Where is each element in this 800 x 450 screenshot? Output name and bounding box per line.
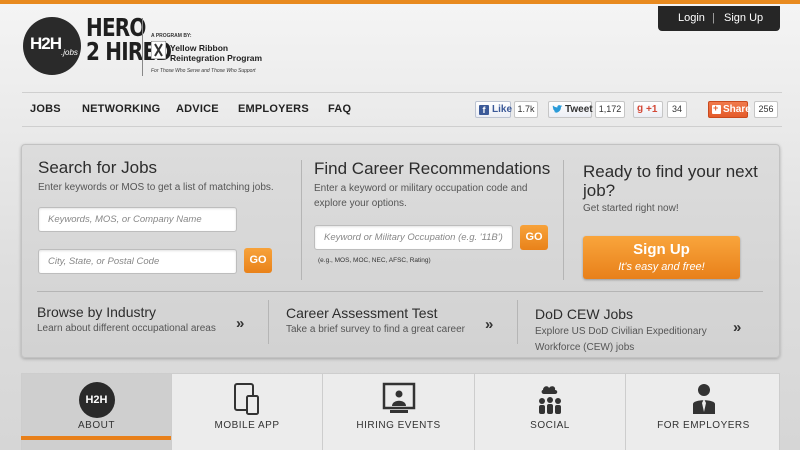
- search-go-button[interactable]: GO: [244, 248, 272, 273]
- logo-h2h-text: H2H: [30, 34, 62, 53]
- dod-cew-desc-line1: Explore US DoD Civilian Expeditionary: [535, 326, 707, 337]
- signup-link[interactable]: Sign Up: [724, 12, 763, 24]
- nav-employers[interactable]: EMPLOYERS: [238, 103, 309, 115]
- nav-top-divider: [22, 92, 782, 93]
- tab-hiring-events[interactable]: HIRING EVENTS: [323, 374, 475, 450]
- browse-industry-desc: Learn about different occupational areas: [37, 323, 216, 334]
- dod-cew-desc-line2: Workforce (CEW) jobs: [535, 342, 635, 353]
- ready-title-line1: Ready to find your next: [583, 162, 758, 181]
- share-label: Share: [723, 104, 751, 115]
- career-recommendations-title: Find Career Recommendations: [314, 159, 551, 178]
- column-divider: [563, 160, 564, 280]
- tweet-label: Tweet: [565, 104, 593, 115]
- account-bar: Login | Sign Up: [658, 6, 780, 31]
- keywords-input[interactable]: Keywords, MOS, or Company Name: [38, 207, 237, 232]
- tab-social[interactable]: SOCIAL: [475, 374, 626, 450]
- presentation-screen-icon: [382, 382, 415, 413]
- yrrp-title: Yellow Ribbon Reintegration Program: [170, 43, 262, 63]
- tab-for-employers[interactable]: FOR EMPLOYERS: [626, 374, 781, 450]
- program-by-label: A PROGRAM BY:: [151, 33, 192, 39]
- career-desc-line2: explore your options.: [314, 198, 407, 209]
- tweet-count: 1,172: [595, 101, 625, 118]
- signup-button-sublabel: It's easy and free!: [618, 261, 705, 273]
- tab-mobile-app-label: MOBILE APP: [214, 420, 280, 431]
- facebook-like-button[interactable]: f Like: [475, 101, 513, 118]
- ready-title-line2: job?: [583, 181, 616, 200]
- share-plus-icon: +: [712, 103, 721, 114]
- tab-mobile-app[interactable]: MOBILE APP: [172, 374, 323, 450]
- chevron-right-icon: »: [236, 315, 245, 332]
- link-divider: [268, 300, 269, 344]
- signup-button-label: Sign Up: [633, 241, 690, 258]
- military-occupation-input[interactable]: Keyword or Military Occupation (e.g. '11…: [314, 225, 513, 250]
- tab-hiring-events-label: HIRING EVENTS: [356, 420, 441, 431]
- h2h-logo-icon: H2H: [78, 382, 115, 418]
- yrrp-tagline: For Those Who Serve and Those Who Suppor…: [151, 68, 256, 74]
- location-input[interactable]: City, State, or Postal Code: [38, 249, 237, 274]
- account-separator: |: [712, 12, 715, 24]
- nav-networking[interactable]: NETWORKING: [82, 103, 160, 115]
- career-assessment-desc: Take a brief survey to find a great care…: [286, 324, 465, 335]
- occupation-code-hint: (e.g., MOS, MOC, NEC, AFSC, Rating): [318, 257, 431, 264]
- google-icon: g: [637, 103, 644, 114]
- login-link[interactable]: Login: [678, 12, 705, 24]
- search-jobs-title: Search for Jobs: [38, 158, 158, 177]
- employer-person-icon: [692, 384, 715, 414]
- ready-subtitle: Get started right now!: [583, 203, 679, 214]
- facebook-like-count: 1.7k: [514, 101, 538, 118]
- active-tab-indicator: [21, 436, 171, 440]
- google-plus-one-count: 34: [667, 101, 687, 118]
- nav-faq[interactable]: FAQ: [328, 103, 351, 115]
- career-go-button[interactable]: GO: [520, 225, 548, 250]
- social-network-icon: [539, 386, 561, 414]
- panel-row-divider: [37, 291, 763, 292]
- tab-social-label: SOCIAL: [530, 420, 570, 431]
- share-count: 256: [754, 101, 778, 118]
- dod-cew-jobs-title: DoD CEW Jobs: [535, 306, 634, 322]
- yellow-ribbon-icon: [151, 41, 166, 59]
- link-divider: [517, 300, 518, 344]
- nav-jobs[interactable]: JOBS: [30, 103, 61, 115]
- mobile-devices-icon: [234, 383, 259, 415]
- browse-industry-title: Browse by Industry: [37, 304, 157, 320]
- share-button[interactable]: + Share: [708, 101, 751, 118]
- career-desc: Enter a keyword or military occupation c…: [314, 181, 527, 211]
- chevron-right-icon: »: [733, 319, 742, 336]
- tab-for-employers-label: FOR EMPLOYERS: [657, 420, 750, 431]
- yrrp-line2: Reintegration Program: [170, 53, 263, 63]
- nav-advice[interactable]: ADVICE: [176, 103, 219, 115]
- h2h-logo[interactable]: H2H .jobs: [23, 17, 81, 75]
- column-divider: [301, 160, 302, 280]
- career-desc-line1: Enter a keyword or military occupation c…: [314, 183, 528, 194]
- tab-about-label: ABOUT: [78, 420, 115, 431]
- signup-button[interactable]: Sign Up It's easy and free!: [583, 236, 740, 279]
- search-jobs-desc: Enter keywords or MOS to get a list of m…: [38, 182, 274, 193]
- nav-bottom-divider: [22, 126, 782, 127]
- header-divider: [142, 18, 143, 76]
- chevron-right-icon: »: [485, 316, 494, 333]
- yrrp-line1: Yellow Ribbon: [170, 43, 229, 53]
- dod-cew-jobs-desc: Explore US DoD Civilian Expeditionary Wo…: [535, 324, 707, 356]
- career-assessment-title: Career Assessment Test: [286, 305, 438, 321]
- facebook-icon: f: [479, 105, 489, 115]
- ready-title: Ready to find your next job?: [583, 162, 758, 200]
- tweet-button[interactable]: Tweet: [548, 101, 593, 118]
- twitter-bird-icon: [552, 105, 563, 113]
- google-plus-one-button[interactable]: g +1: [633, 101, 663, 118]
- facebook-like-label: Like: [492, 104, 513, 115]
- google-plus-one-label: +1: [646, 104, 658, 115]
- logo-jobs-text: .jobs: [61, 48, 78, 57]
